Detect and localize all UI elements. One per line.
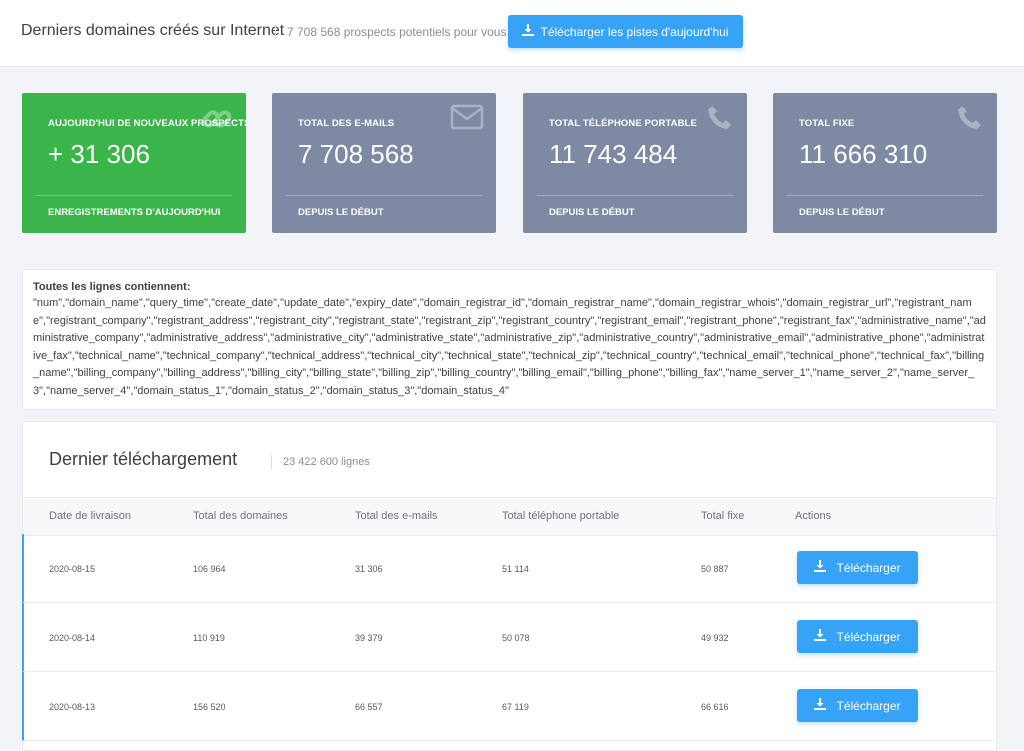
card-label: TOTAL DES E-MAILS <box>298 118 395 129</box>
card-footer: ENREGISTREMENTS D'AUJOURD'HUI <box>48 207 221 218</box>
cell-fixe: 66 616 <box>701 702 729 712</box>
download-button[interactable]: Télécharger <box>797 620 918 653</box>
page-title: Derniers domaines créés sur Internet <box>21 22 285 39</box>
cell-domains: 156 520 <box>193 702 226 712</box>
stat-card-total-mobile: TOTAL TÉLÉPHONE PORTABLE 11 743 484 DEPU… <box>523 93 747 233</box>
cell-mobile: 51 114 <box>502 564 529 574</box>
table-row: 2020-08-13 156 520 66 557 67 119 66 616 … <box>22 672 996 741</box>
download-icon <box>814 560 827 575</box>
column-header: Actions <box>795 510 832 522</box>
column-header: Total des domaines <box>193 510 288 522</box>
card-label: TOTAL TÉLÉPHONE PORTABLE <box>549 118 697 129</box>
cell-date: 2020-08-15 <box>49 564 96 574</box>
card-footer: DEPUIS LE DÉBUT <box>298 207 384 218</box>
fields-info-box: Toutes les lignes contiennent: "num","do… <box>22 269 997 410</box>
cell-mobile: 50 078 <box>502 633 530 643</box>
phone-icon <box>705 103 735 138</box>
table-header: Date de livraison Total des domaines Tot… <box>23 497 996 536</box>
card-value: + 31 306 <box>48 139 150 169</box>
fields-list: "num","domain_name","query_time","create… <box>33 297 986 397</box>
fields-title: Toutes les lignes contiennent: <box>33 281 191 293</box>
top-bar: Derniers domaines créés sur Internet 7 7… <box>0 0 1024 67</box>
cell-fixe: 49 932 <box>701 633 729 643</box>
download-label: Télécharger <box>836 629 901 644</box>
cell-emails: 39 379 <box>355 633 383 643</box>
panel-divider <box>271 455 272 469</box>
download-icon <box>814 698 827 713</box>
cell-date: 2020-08-14 <box>49 633 96 643</box>
card-value: 11 666 310 <box>799 139 928 169</box>
table-row: 2020-08-15 106 964 31 306 51 114 50 887 … <box>22 534 996 603</box>
latest-download-panel: Dernier téléchargement 23 422 600 lignes… <box>22 421 997 751</box>
card-divider <box>787 195 983 196</box>
phone-icon <box>955 103 985 138</box>
card-label: AUJOURD'HUI DE NOUVEAUX PROSPECTS <box>48 118 246 129</box>
column-header: Total téléphone portable <box>502 510 620 522</box>
download-today-label: Télécharger les pistes d'aujourd'hui <box>540 24 729 39</box>
envelope-icon <box>450 103 484 136</box>
download-label: Télécharger <box>836 560 901 575</box>
column-header: Date de livraison <box>49 510 131 522</box>
card-value: 7 708 568 <box>298 139 414 169</box>
column-header: Total des e-mails <box>355 510 438 522</box>
download-label: Télécharger <box>836 698 901 713</box>
cell-date: 2020-08-13 <box>49 702 96 712</box>
panel-title: Dernier téléchargement <box>49 449 238 469</box>
card-value: 11 743 484 <box>549 139 678 169</box>
card-footer: DEPUIS LE DÉBUT <box>799 207 885 218</box>
cell-emails: 31 306 <box>355 564 383 574</box>
cell-domains: 110 919 <box>193 633 225 643</box>
stat-card-new-prospects: AUJOURD'HUI DE NOUVEAUX PROSPECTS + 31 3… <box>22 93 246 233</box>
table-row: 2020-08-14 110 919 39 379 50 078 49 932 … <box>22 603 996 672</box>
card-divider <box>286 195 482 196</box>
lines-count: 23 422 600 lignes <box>283 456 370 468</box>
card-label: TOTAL FIXE <box>799 118 855 129</box>
cell-mobile: 67 119 <box>502 702 529 712</box>
cell-domains: 106 964 <box>193 564 226 574</box>
column-header: Total fixe <box>701 510 745 522</box>
card-divider <box>36 195 232 196</box>
card-divider <box>537 195 733 196</box>
download-button[interactable]: Télécharger <box>797 689 918 722</box>
cell-fixe: 50 887 <box>701 564 729 574</box>
download-icon <box>814 629 827 644</box>
cell-emails: 66 557 <box>355 702 383 712</box>
card-footer: DEPUIS LE DÉBUT <box>549 207 635 218</box>
download-today-button[interactable]: Télécharger les pistes d'aujourd'hui <box>508 15 743 48</box>
download-button[interactable]: Télécharger <box>797 551 918 584</box>
stat-card-total-fixe: TOTAL FIXE 11 666 310 DEPUIS LE DÉBUT <box>773 93 997 233</box>
header-divider <box>275 25 276 39</box>
download-icon <box>522 24 535 39</box>
stat-card-total-emails: TOTAL DES E-MAILS 7 708 568 DEPUIS LE DÉ… <box>272 93 496 233</box>
prospects-count: 7 708 568 prospects potentiels pour vous <box>287 25 507 39</box>
